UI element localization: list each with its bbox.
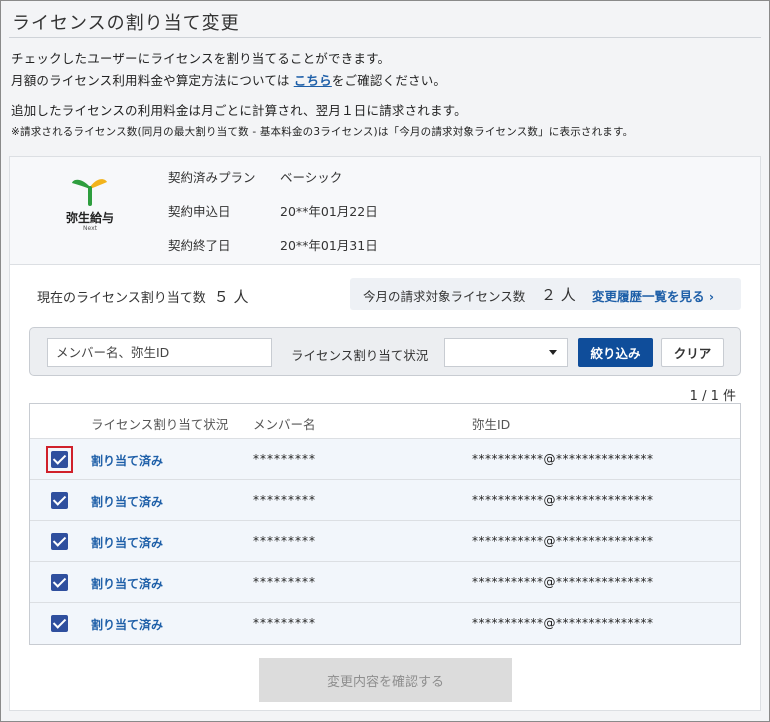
plan-row-start: 契約申込日 20**年01月22日 xyxy=(168,201,378,220)
page-frame: ライセンスの割り当て変更 チェックしたユーザーにライセンスを割り当てることができ… xyxy=(0,0,770,722)
row-status: 割り当て済み xyxy=(91,536,164,550)
plan-info: 弥生給与 Next 契約済みプラン ベーシック 契約申込日 20**年01月22日 … xyxy=(10,157,760,265)
description-line-3: 追加したライセンスの利用料金は月ごとに計算され、翌月１日に請求されます。 xyxy=(11,103,467,118)
billing-count-value: ２ 人 xyxy=(541,286,576,304)
row-yid: ***********@*************** xyxy=(472,493,654,507)
row-yid: ***********@*************** xyxy=(472,534,654,548)
page-title: ライセンスの割り当て変更 xyxy=(12,13,240,34)
description-line-2-pre: 月額のライセンス利用料金や算定方法については xyxy=(11,73,294,88)
clear-button[interactable]: クリア xyxy=(661,338,724,367)
billing-count-label: 今月の請求対象ライセンス数 xyxy=(363,289,526,304)
description-line-1: チェックしたユーザーにライセンスを割り当てることができます。 xyxy=(11,51,391,66)
row-yid: ***********@*************** xyxy=(472,452,654,466)
history-link[interactable]: 変更履歴一覧を見る › xyxy=(592,286,714,305)
row-status: 割り当て済み xyxy=(91,495,164,509)
row-status: 割り当て済み xyxy=(91,618,164,632)
end-date-value: 20**年01月31日 xyxy=(280,238,378,253)
row-status: 割り当て済み xyxy=(91,577,164,591)
plan-row-end: 契約終了日 20**年01月31日 xyxy=(168,235,378,254)
table-row[interactable]: 割り当て済み ********* ***********@***********… xyxy=(30,521,740,562)
description-line-2-post: をご確認ください。 xyxy=(331,73,447,88)
row-member: ********* xyxy=(253,616,316,630)
row-checkbox[interactable] xyxy=(51,574,68,591)
start-date-label: 契約申込日 xyxy=(168,204,231,219)
plan-row-plan: 契約済みプラン ベーシック xyxy=(168,167,342,186)
row-member: ********* xyxy=(253,575,316,589)
plan-label: 契約済みプラン xyxy=(168,170,256,185)
row-status: 割り当て済み xyxy=(91,454,164,468)
license-card: 弥生給与 Next 契約済みプラン ベーシック 契約申込日 20**年01月22日 … xyxy=(9,156,761,711)
yayoi-logo: 弥生給与 Next xyxy=(59,175,121,237)
row-yid: ***********@*************** xyxy=(472,616,654,630)
current-count-value: ５ 人 xyxy=(213,288,249,306)
table-row[interactable]: 割り当て済み ********* ***********@***********… xyxy=(30,603,740,644)
member-table: ライセンス割り当て状況 メンバー名 弥生ID 割り当て済み ********* … xyxy=(29,403,741,645)
billing-summary: 今月の請求対象ライセンス数 ２ 人 変更履歴一覧を見る › xyxy=(350,278,741,310)
pricing-link[interactable]: こちら xyxy=(294,73,332,88)
start-date-value: 20**年01月22日 xyxy=(280,204,378,219)
end-date-label: 契約終了日 xyxy=(168,238,231,253)
current-count-label: 現在のライセンス割り当て数 xyxy=(37,291,206,306)
filter-bar: ライセンス割り当て状況 絞り込み クリア xyxy=(29,327,741,376)
status-select[interactable] xyxy=(444,338,568,367)
sprout-icon xyxy=(72,179,107,206)
row-yid: ***********@*************** xyxy=(472,575,654,589)
row-member: ********* xyxy=(253,493,316,507)
row-member: ********* xyxy=(253,452,316,466)
header-status: ライセンス割り当て状況 xyxy=(91,417,229,432)
result-count: 1 / 1 件 xyxy=(689,389,736,404)
row-checkbox[interactable] xyxy=(51,533,68,550)
search-input[interactable] xyxy=(47,338,272,367)
row-checkbox[interactable] xyxy=(51,451,68,468)
table-row[interactable]: 割り当て済み ********* ***********@***********… xyxy=(30,439,740,480)
confirm-changes-button[interactable]: 変更内容を確認する xyxy=(259,658,512,702)
current-license-count: 現在のライセンス割り当て数 ５ 人 xyxy=(37,286,249,307)
caret-down-icon xyxy=(549,350,557,355)
row-checkbox[interactable] xyxy=(51,492,68,509)
logo-text: 弥生給与 xyxy=(65,211,114,225)
status-filter-label: ライセンス割り当て状況 xyxy=(291,348,429,363)
logo-sub: Next xyxy=(83,225,97,232)
header-member: メンバー名 xyxy=(253,417,316,432)
description-line-2: 月額のライセンス利用料金や算定方法については こちらをご確認ください。 xyxy=(11,70,446,89)
table-header: ライセンス割り当て状況 メンバー名 弥生ID xyxy=(30,404,740,439)
row-member: ********* xyxy=(253,534,316,548)
table-row[interactable]: 割り当て済み ********* ***********@***********… xyxy=(30,562,740,603)
billing-note: ※請求されるライセンス数(同月の最大割り当て数 - 基本料金の3ライセンス)は「… xyxy=(11,126,634,138)
filter-button[interactable]: 絞り込み xyxy=(578,338,653,367)
title-divider xyxy=(9,37,761,38)
header-yid: 弥生ID xyxy=(472,417,511,432)
row-checkbox[interactable] xyxy=(51,615,68,632)
plan-value: ベーシック xyxy=(280,170,343,185)
table-row[interactable]: 割り当て済み ********* ***********@***********… xyxy=(30,480,740,521)
